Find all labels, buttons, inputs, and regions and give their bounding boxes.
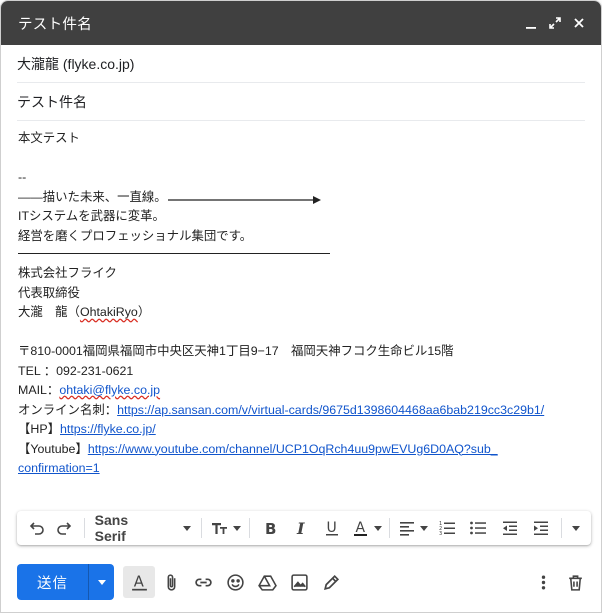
compose-title: テスト件名 xyxy=(18,16,92,33)
subject-field[interactable]: テスト件名 xyxy=(17,83,585,121)
arrow-icon xyxy=(167,192,322,205)
text-color-button[interactable]: A xyxy=(348,514,385,542)
minimize-icon[interactable] xyxy=(519,11,543,35)
google-drive-icon[interactable] xyxy=(251,566,283,598)
expand-icon[interactable] xyxy=(543,11,567,35)
send-button[interactable]: 送信 xyxy=(17,564,88,600)
signature-youtube: 【Youtube】https://www.youtube.com/channel… xyxy=(18,441,498,456)
indent-more-icon[interactable] xyxy=(525,514,556,542)
signature-name: 大瀧 龍（OhtakiRyo） xyxy=(18,305,151,319)
chevron-down-icon xyxy=(419,525,428,531)
signature-divider xyxy=(18,253,330,254)
svg-text:B: B xyxy=(265,520,276,537)
mail-link[interactable]: ohtaki@flyke.co.jp xyxy=(59,383,160,397)
signature-card: オンライン名刺：https://ap.sansan.com/v/virtual-… xyxy=(18,402,545,417)
formatting-options-icon[interactable]: A xyxy=(123,566,155,598)
tagline-text: ——描いた未来、一直線。 xyxy=(18,189,167,204)
toolbar-divider xyxy=(389,518,391,538)
svg-text:I: I xyxy=(296,519,305,537)
italic-icon[interactable]: I xyxy=(285,514,316,542)
svg-text:U: U xyxy=(327,520,337,536)
signature-position: 代表取締役 xyxy=(18,285,80,300)
undo-icon[interactable] xyxy=(21,514,50,542)
align-button[interactable] xyxy=(394,514,431,542)
signature-tagline-1: ——描いた未来、一直線。 xyxy=(18,188,585,208)
attach-file-icon[interactable] xyxy=(155,566,187,598)
signature-tagline-2: ITシステムを武器に変革。 xyxy=(18,209,165,223)
compose-window: テスト件名 大瀧龍 (flyke.co.jp) テスト件名 本文テスト -- —… xyxy=(0,0,602,613)
signature-hp: 【HP】https://flyke.co.jp/ xyxy=(18,422,156,436)
hp-link[interactable]: https://flyke.co.jp/ xyxy=(60,422,156,436)
redo-icon[interactable] xyxy=(50,514,79,542)
align-left-icon xyxy=(399,522,414,536)
insert-emoji-icon[interactable] xyxy=(219,566,251,598)
subject-value: テスト件名 xyxy=(17,93,87,110)
formatting-toolbar: Sans Serif B I U A 123 xyxy=(17,511,591,545)
chevron-down-icon xyxy=(97,579,106,585)
compose-actions: 送信 A xyxy=(17,564,591,600)
toolbar-divider xyxy=(249,518,251,538)
bold-icon[interactable]: B xyxy=(254,514,285,542)
font-family-select[interactable]: Sans Serif xyxy=(89,512,197,544)
insert-photo-icon[interactable] xyxy=(283,566,315,598)
signature-tel: TEL ：092-231-0621 xyxy=(18,363,134,378)
underline-icon[interactable]: U xyxy=(317,514,348,542)
send-options-button[interactable] xyxy=(88,564,114,600)
toolbar-divider xyxy=(201,518,202,538)
compose-titlebar[interactable]: テスト件名 xyxy=(1,1,601,45)
body-greeting: 本文テスト xyxy=(18,131,80,145)
recipient-field[interactable]: 大瀧龍 (flyke.co.jp) xyxy=(17,45,585,83)
text-color-icon: A xyxy=(353,520,367,536)
signature-dashes: -- xyxy=(18,170,27,184)
send-button-group: 送信 xyxy=(17,564,114,600)
toolbar-divider xyxy=(83,518,85,538)
card-link[interactable]: https://ap.sansan.com/v/virtual-cards/96… xyxy=(117,403,544,417)
more-formatting-button[interactable] xyxy=(565,514,587,542)
numbered-list-icon[interactable]: 123 xyxy=(431,514,462,542)
signature-youtube-cont: confirmation=1 xyxy=(18,459,585,479)
signature-pen-icon[interactable] xyxy=(315,566,347,598)
signature-address: 〒810-0001福岡県福岡市中央区天神1丁目9−17 福岡天神フコク生命ビル1… xyxy=(18,344,454,358)
close-icon[interactable] xyxy=(567,11,591,35)
chevron-down-icon xyxy=(572,525,581,531)
insert-link-icon[interactable] xyxy=(187,566,219,598)
signature-company: 株式会社フライク xyxy=(18,266,117,280)
youtube-link[interactable]: https://www.youtube.com/channel/UCP1OqRc… xyxy=(88,442,498,456)
message-body[interactable]: 本文テスト -- ——描いた未来、一直線。 ITシステムを武器に変革。 経営を磨… xyxy=(18,129,585,479)
toolbar-divider xyxy=(560,518,562,538)
svg-text:3: 3 xyxy=(439,531,442,537)
bulleted-list-icon[interactable] xyxy=(463,514,494,542)
chevron-down-icon xyxy=(183,525,191,531)
signature-mail: MAIL：ohtaki@flyke.co.jp xyxy=(18,383,161,397)
text-size-icon xyxy=(211,523,227,534)
chevron-down-icon xyxy=(232,525,241,531)
name-romaji: OhtakiRyo xyxy=(79,305,138,319)
indent-less-icon[interactable] xyxy=(494,514,525,542)
signature-tagline-3: 経営を磨くプロフェッショナル集団です。 xyxy=(18,228,253,243)
svg-text:A: A xyxy=(355,520,365,536)
more-options-icon[interactable] xyxy=(527,566,559,598)
font-size-button[interactable] xyxy=(206,514,245,542)
recipient-value: 大瀧龍 (flyke.co.jp) xyxy=(17,55,135,72)
chevron-down-icon xyxy=(373,525,382,531)
youtube-link-cont[interactable]: confirmation=1 xyxy=(18,461,100,475)
svg-text:A: A xyxy=(133,573,143,590)
discard-draft-icon[interactable] xyxy=(559,566,591,598)
